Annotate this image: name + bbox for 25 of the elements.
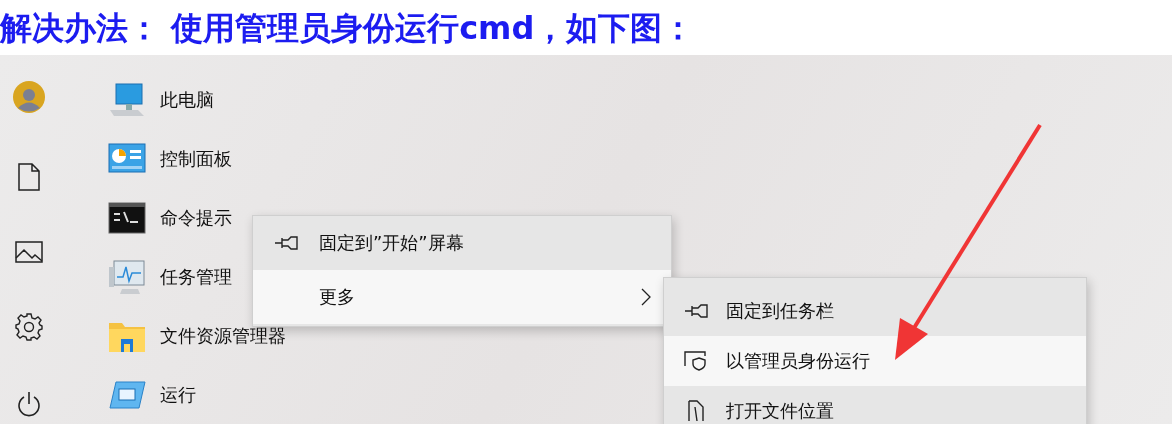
app-item[interactable]: 此电脑 <box>160 87 214 112</box>
document-icon[interactable] <box>18 163 40 191</box>
app-item[interactable]: 任务管理 <box>160 264 232 289</box>
heading-text: 解决办法： 使用管理员身份运行cmd，如下图： <box>0 7 696 49</box>
pin-icon <box>273 236 299 250</box>
shield-icon <box>684 351 708 371</box>
power-icon[interactable] <box>16 391 42 419</box>
user-avatar[interactable] <box>13 81 45 113</box>
pin-icon <box>684 304 708 318</box>
run-icon <box>108 379 146 410</box>
control-panel-icon <box>108 142 146 175</box>
menu-item[interactable]: 以管理员身份运行 <box>664 336 1086 386</box>
menu-item[interactable]: 固定到”开始”屏幕 <box>253 216 671 270</box>
app-item[interactable]: 文件资源管理器 <box>160 323 286 348</box>
settings-icon[interactable] <box>15 313 43 341</box>
chevron-right-icon <box>641 288 651 306</box>
app-item[interactable]: 控制面板 <box>160 146 232 171</box>
image-icon[interactable] <box>15 241 43 263</box>
menu-item[interactable]: 打开文件位置 <box>664 386 1086 424</box>
menu-item[interactable]: 更多 <box>253 270 671 324</box>
terminal-icon <box>108 201 146 234</box>
app-item[interactable]: 运行 <box>160 382 196 407</box>
computer-icon <box>108 81 146 118</box>
task-monitor-icon <box>108 258 146 295</box>
app-item[interactable]: 命令提示 <box>160 205 232 230</box>
